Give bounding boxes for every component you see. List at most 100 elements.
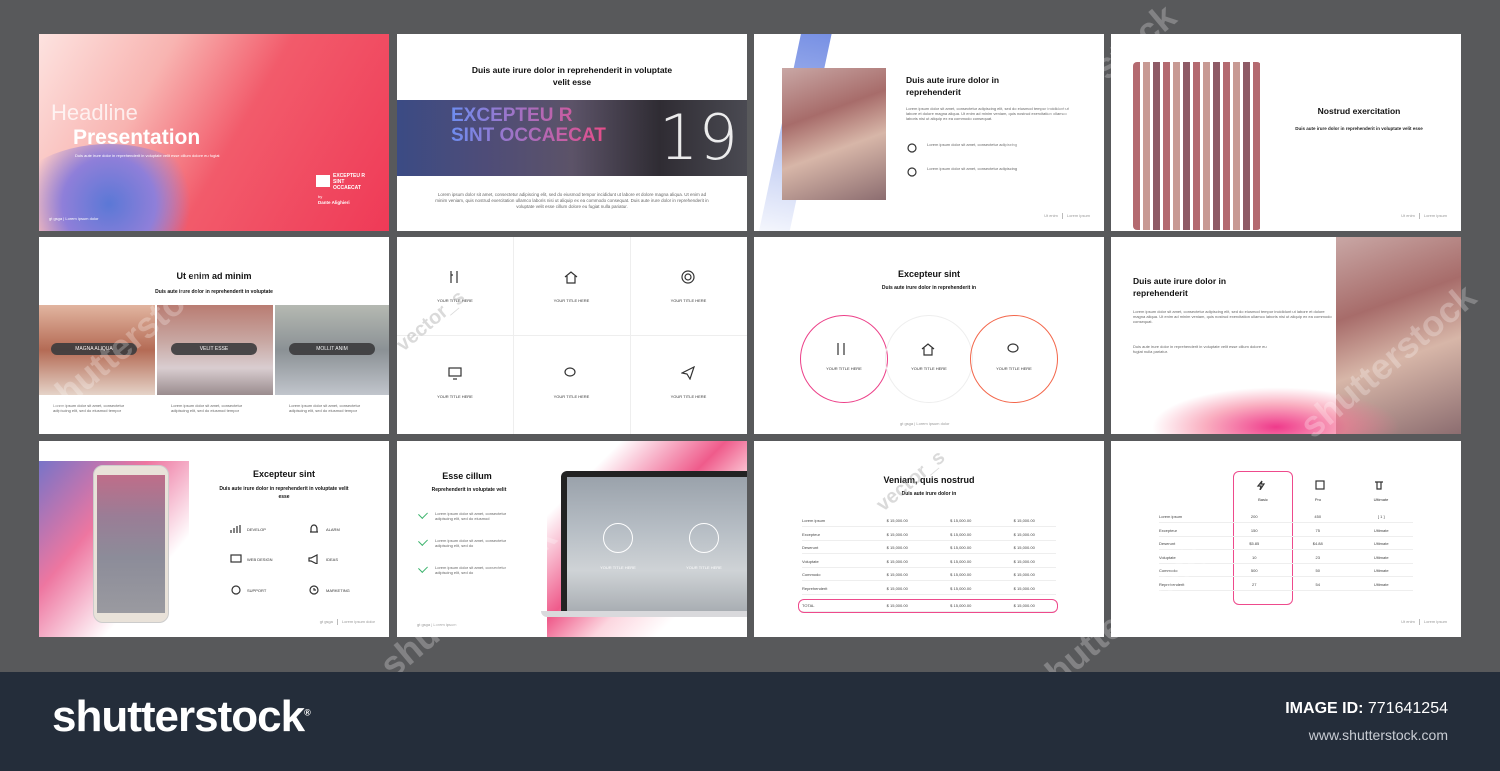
table-cell: $ 15,000.00	[1013, 518, 1035, 523]
table-cell: Deserunt	[1159, 541, 1176, 546]
phone-screen	[97, 475, 165, 613]
street-photo	[782, 68, 886, 200]
table-row: Voluptate 10 23 Ultimate	[1159, 552, 1413, 564]
footer-left: Ut enim	[1044, 213, 1058, 219]
footer-right: Lorem ipsum	[1423, 213, 1447, 219]
table-cell: $ 15,000.00	[950, 518, 972, 523]
slide-6[interactable]: YOUR TITLE HERE YOUR TITLE HERE YOUR TIT…	[397, 237, 747, 434]
target-icon	[906, 142, 918, 154]
slide-9[interactable]: Excepteur sint Duis aute irure dolor in …	[39, 441, 389, 637]
footer-left: gt gsga	[319, 619, 333, 625]
table-cell: Excepteur	[802, 531, 821, 537]
feature-support: SUPPORT	[247, 588, 267, 593]
trash-icon	[1373, 479, 1385, 491]
table-cell: 500	[1250, 568, 1258, 573]
circle-title-2: YOUR TITLE HERE	[911, 366, 947, 371]
slide-1[interactable]: Headline Presentation Duis aute irure do…	[39, 34, 389, 231]
list-item-1: Lorem ipsum dolor sit amet, consectetur …	[927, 142, 1018, 147]
table-row: Commodo 500 50 Ultimate	[1159, 565, 1413, 577]
table-row: Excepteur $ 15,000.00 $ 15,000.00 $ 15,000.…	[802, 529, 1056, 541]
plan-pro: Pro	[1314, 497, 1322, 502]
slide-title: Nostrud exercitation	[1317, 106, 1401, 116]
cell-title-6: YOUR TITLE HERE	[670, 394, 707, 399]
presentation-text: Presentation	[73, 126, 201, 149]
slide-footer: Ut enim Lorem ipsum	[1401, 213, 1447, 219]
footer-right: Lorem ipsum	[433, 622, 457, 627]
table-cell: $ 15,000.00	[886, 531, 908, 537]
table-cell: $ 15,000.00	[1013, 545, 1035, 550]
table-cell: 10	[1252, 554, 1257, 560]
table-cell: 50	[1315, 568, 1320, 573]
image-id-label: IMAGE ID:	[1285, 700, 1364, 717]
lifebuoy-icon	[229, 584, 243, 596]
table-cell: 150	[1250, 527, 1258, 533]
slide-footer: gt gsga | Lorem ipsum dolor	[49, 216, 99, 221]
slide-12[interactable]: Basic Pro Ultimate Lorem ipsum 200 450 [ 1 …	[1111, 441, 1461, 637]
table-cell: 200	[1250, 514, 1258, 519]
laptop-screen	[567, 477, 747, 611]
table-cell: Ultimate	[1373, 541, 1389, 546]
box-text: EXCEPTEU R SINT OCCAECAT	[333, 173, 365, 191]
slide-title: Veniam, quis nostrud	[883, 475, 975, 485]
slide-8[interactable]: Duis aute irure dolor in reprehenderit L…	[1111, 237, 1461, 434]
footer-right: Lorem ipsum dolor	[65, 216, 99, 221]
slide-5[interactable]: Ut enim ad minim Duis aute irure dolor i…	[39, 237, 389, 434]
slide-subtitle: Duis aute irure dolor in	[901, 491, 957, 497]
laptop-base	[541, 611, 747, 617]
table-cell: $ 15,000.00	[950, 585, 972, 591]
feature-alarm: ALARM	[326, 527, 340, 532]
screen-circle-2	[689, 523, 719, 553]
cell-title-4: YOUR TITLE HERE	[437, 394, 473, 399]
check-icon	[418, 536, 428, 546]
table-cell: 27	[1252, 581, 1257, 587]
slide-body: Lorem ipsum dolor sit amet, consectetur …	[906, 106, 1069, 121]
footer-left: Ut enim	[1401, 619, 1415, 625]
table-cell: Ultimate	[1373, 554, 1389, 560]
slide-10[interactable]: Esse cillum Reprehenderit in voluptate v…	[397, 441, 747, 637]
table-cell: Deserunt	[802, 545, 819, 550]
site-url[interactable]: www.shutterstock.com	[1309, 727, 1448, 743]
footer-left: gt gsga	[900, 421, 914, 426]
slide-7[interactable]: Excepteur sint Duis aute irure dolor in …	[754, 237, 1104, 434]
slide-body-2: Duis aute irure dolor in reprehenderit i…	[1133, 344, 1267, 354]
circle-title-3: YOUR TITLE HERE	[996, 366, 1032, 371]
table-row: Reprehenderit $ 15,000.00 $ 15,000.00 $ 15,…	[802, 583, 1056, 595]
check-icon	[418, 509, 428, 519]
logo-text: shutterstock	[52, 692, 305, 741]
pill-magna: MAGNA ALIQUA	[51, 343, 137, 355]
shutterstock-logo: shutterstock®	[52, 692, 311, 741]
table-row: Lorem ipsum $ 15,000.00 $ 15,000.00 $ 15,00…	[802, 515, 1056, 527]
table-cell: Reprehenderit	[1159, 581, 1185, 587]
stripe-photo	[1133, 62, 1261, 230]
slide-11[interactable]: Veniam, quis nostrud Duis aute irure dol…	[754, 441, 1104, 637]
circle-2	[885, 315, 973, 403]
footer-right: Lorem ipsum	[1423, 619, 1447, 625]
table-cell: Ultimate	[1373, 568, 1389, 573]
table-cell: Commodo	[802, 572, 821, 577]
chat-icon	[906, 166, 918, 178]
tools-icon	[447, 269, 463, 285]
table-cell: $ 15,000.00	[950, 545, 972, 550]
slide-title: Excepteur sint	[897, 269, 961, 279]
home-icon	[920, 341, 936, 357]
banner-text: EXCEPTEU R SINT OCCAECAT	[451, 106, 611, 146]
table-row: Reprehenderit 27 54 Ultimate	[1159, 579, 1413, 591]
table-cell: $ 15,000.00	[1013, 585, 1035, 591]
clock-icon	[307, 584, 321, 596]
table-row: Voluptate $ 15,000.00 $ 15,000.00 $ 15,000.…	[802, 556, 1056, 568]
feature-web-design: WEB DESIGN	[247, 557, 273, 562]
table-cell: Voluptate	[802, 558, 819, 564]
slide-3[interactable]: Duis aute irure dolor in reprehenderit L…	[754, 34, 1104, 231]
table-cell: $ 15,000.00	[886, 518, 908, 523]
feature-marketing: MARKETING	[326, 588, 350, 593]
table-cell: $ 15,000.00	[1013, 558, 1035, 564]
slide-2[interactable]: Duis aute irure dolor in reprehenderit i…	[397, 34, 747, 231]
by-label: by	[318, 194, 323, 199]
slide-4[interactable]: Nostrud exercitation Duis aute irure dol…	[1111, 34, 1461, 231]
footer-left: gt gsga	[49, 216, 63, 221]
slide-subtitle: Duis aute irure dolor in reprehenderit i…	[219, 486, 349, 500]
cell-title-5: YOUR TITLE HERE	[553, 394, 590, 399]
monitor-icon	[229, 553, 243, 565]
image-icon	[1314, 479, 1326, 491]
feature-develop: DEVELOP	[247, 527, 266, 532]
